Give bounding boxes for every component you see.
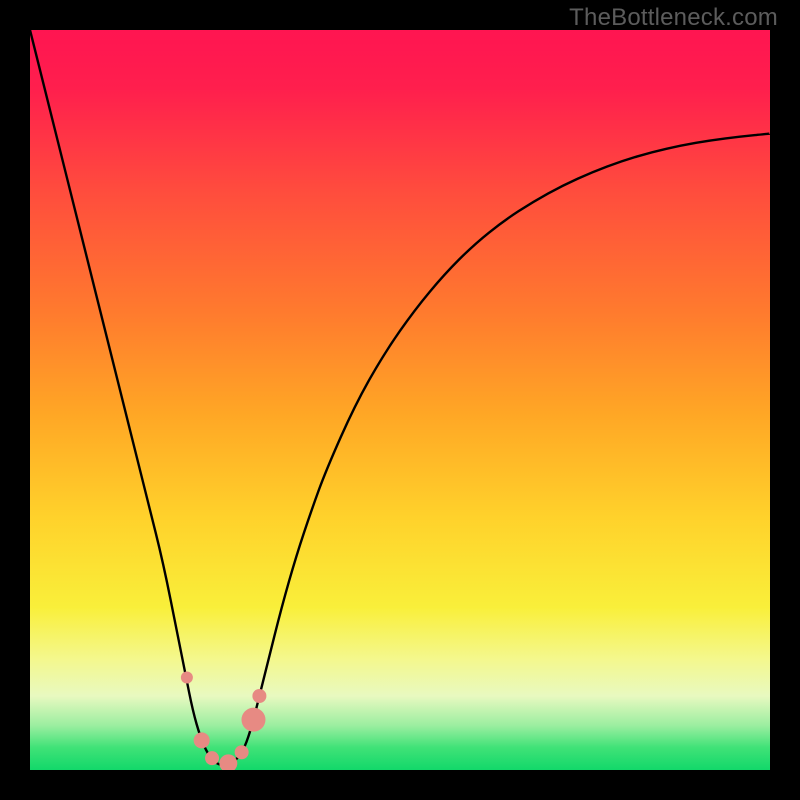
curve-marker (241, 708, 265, 732)
bottleneck-curve (30, 30, 770, 765)
watermark-text: TheBottleneck.com (569, 4, 778, 32)
curve-marker (181, 672, 193, 684)
curve-marker (235, 745, 249, 759)
curve-marker (252, 689, 266, 703)
curve-markers (181, 672, 267, 771)
plot-area (30, 30, 770, 770)
curve-marker (194, 732, 210, 748)
curve-layer (30, 30, 770, 770)
chart-frame: TheBottleneck.com (0, 0, 800, 800)
curve-marker (205, 751, 219, 765)
curve-marker (219, 754, 237, 770)
